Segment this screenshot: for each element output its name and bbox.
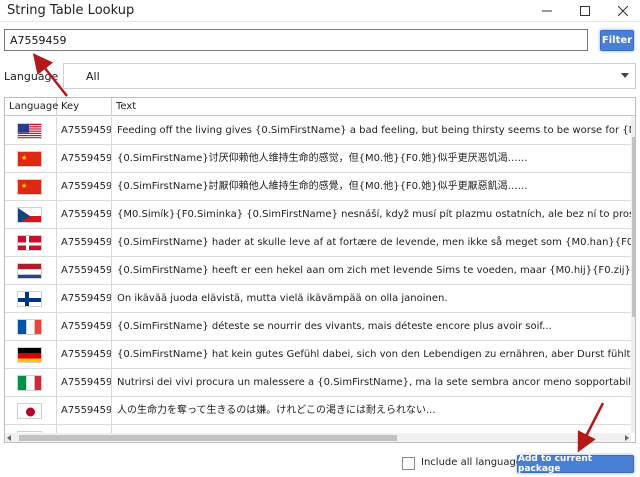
flag-fi-icon xyxy=(17,291,42,307)
table-row[interactable]: A7559459 Feeding off the living gives {0.… xyxy=(5,117,631,145)
flag-dk-icon xyxy=(17,235,42,251)
row-language-cell xyxy=(5,425,57,433)
row-key-cell: A7559459 xyxy=(57,173,112,201)
minimize-icon[interactable] xyxy=(530,0,564,22)
grid-header: Language Key Text xyxy=(5,98,635,116)
add-to-current-package-button[interactable]: Add to current package xyxy=(517,454,634,474)
table-row[interactable]: A7559459 {M0.Simík}{F0.Siminka} {0.SimFir… xyxy=(5,201,631,229)
table-row[interactable]: A7559459 On ikävää juoda elävistä, mutta … xyxy=(5,285,631,313)
horizontal-scrollbar[interactable] xyxy=(5,433,631,442)
flag-cn-icon: ★ xyxy=(17,179,42,195)
language-selected-value: All xyxy=(86,70,100,83)
table-row[interactable]: A7559459 {0.SimFirstName} hat kein gutes … xyxy=(5,341,631,369)
row-key-cell: A7559459 xyxy=(57,313,112,341)
grid-rows: A7559459 Feeding off the living gives {0.… xyxy=(5,117,631,433)
vertical-scroll-thumb[interactable] xyxy=(632,137,635,317)
svg-text:★: ★ xyxy=(21,182,27,190)
row-text-cell: {0.SimFirstName} hat kein gutes Gefühl d… xyxy=(117,349,631,360)
row-key-cell: A7559459 xyxy=(57,285,112,313)
include-all-languages-label: Include all languages xyxy=(421,457,528,468)
table-row[interactable]: A7559459 Nutrirsi dei vivi procura un mal… xyxy=(5,369,631,397)
table-row[interactable]: A7559459 {0.SimFirstName} heeft er een he… xyxy=(5,257,631,285)
row-language-cell: ★ xyxy=(5,173,57,201)
flag-us-icon xyxy=(17,123,42,139)
row-language-cell xyxy=(5,313,57,341)
row-language-cell xyxy=(5,117,57,145)
column-header-language[interactable]: Language xyxy=(5,98,58,116)
row-key-cell: A7559459 xyxy=(57,425,112,433)
language-dropdown[interactable]: All xyxy=(63,63,636,89)
row-text-cell: Feeding off the living gives {0.SimFirst… xyxy=(117,125,631,136)
table-row[interactable]: A7559459 {0.SimFirstName} hader at skulle… xyxy=(5,229,631,257)
flag-jp-icon xyxy=(17,403,42,419)
filter-button[interactable]: Filter xyxy=(600,30,634,51)
row-language-cell xyxy=(5,229,57,257)
row-key-cell: A7559459 xyxy=(57,117,112,145)
language-label: Language xyxy=(4,70,59,83)
row-language-cell xyxy=(5,201,57,229)
maximize-icon[interactable] xyxy=(568,0,602,22)
row-text-cell: Nutrirsi dei vivi procura un malessere a… xyxy=(117,377,631,388)
table-row[interactable]: A7559459 人の生命力を奪って生きるのは嫌。けれどこの渇きには耐えられない.… xyxy=(5,397,631,425)
row-text-cell: On ikävää juoda elävistä, mutta vielä ik… xyxy=(117,293,448,304)
row-text-cell xyxy=(112,425,631,433)
row-language-cell: ★ xyxy=(5,145,57,173)
include-all-languages-checkbox[interactable] xyxy=(402,457,415,470)
string-table-grid: Language Key Text A7559459 Feeding off th… xyxy=(4,97,636,443)
window-title: String Table Lookup xyxy=(7,3,135,18)
title-bar: String Table Lookup xyxy=(0,0,640,22)
flag-cz-icon xyxy=(17,207,42,223)
vertical-scrollbar[interactable] xyxy=(631,117,635,433)
row-text-cell: 人の生命力を奪って生きるのは嫌。けれどこの渇きには耐えられない... xyxy=(117,405,436,416)
table-row[interactable]: ★ A7559459 {0.SimFirstName}討厭仰賴他人維持生命的感覺，但… xyxy=(5,173,631,201)
flag-it-icon xyxy=(17,375,42,391)
column-header-text[interactable]: Text xyxy=(112,98,632,116)
row-key-cell: A7559459 xyxy=(57,145,112,173)
flag-de-icon xyxy=(17,347,42,363)
row-key-cell: A7559459 xyxy=(57,201,112,229)
flag-fr-icon xyxy=(17,319,42,335)
row-key-cell: A7559459 xyxy=(57,341,112,369)
row-text-cell: {0.SimFirstName}讨厌仰赖他人维持生命的感觉，但{M0.他}{F0… xyxy=(117,153,528,164)
search-input[interactable] xyxy=(4,29,588,51)
chevron-down-icon xyxy=(621,73,629,78)
row-language-cell xyxy=(5,397,57,425)
row-text-cell: {0.SimFirstName} hader at skulle leve af… xyxy=(117,237,631,248)
table-row[interactable]: A7559459 xyxy=(5,425,631,433)
close-icon[interactable] xyxy=(606,0,640,22)
table-row[interactable]: A7559459 {0.SimFirstName} déteste se nour… xyxy=(5,313,631,341)
row-key-cell: A7559459 xyxy=(57,369,112,397)
row-language-cell xyxy=(5,285,57,313)
row-text-cell: {0.SimFirstName}討厭仰賴他人維持生命的感覺，但{M0.他}{F0… xyxy=(117,181,528,192)
row-text-cell: {0.SimFirstName} déteste se nourrir des … xyxy=(117,321,552,332)
flag-cn-icon: ★ xyxy=(17,151,42,167)
scroll-left-icon[interactable] xyxy=(7,435,11,441)
table-row[interactable]: ★ A7559459 {0.SimFirstName}讨厌仰赖他人维持生命的感觉，但… xyxy=(5,145,631,173)
row-language-cell xyxy=(5,257,57,285)
footer-bar: Include all languages Add to current pac… xyxy=(0,448,640,477)
row-key-cell: A7559459 xyxy=(57,257,112,285)
scroll-right-icon[interactable] xyxy=(625,435,629,441)
row-text-cell: {0.SimFirstName} heeft er een hekel aan … xyxy=(117,265,631,276)
row-language-cell xyxy=(5,341,57,369)
flag-nl-icon xyxy=(17,263,42,279)
column-header-key[interactable]: Key xyxy=(57,98,112,116)
svg-text:★: ★ xyxy=(21,154,27,162)
row-key-cell: A7559459 xyxy=(57,229,112,257)
row-text-cell: {M0.Simík}{F0.Siminka} {0.SimFirstName} … xyxy=(117,209,631,220)
row-language-cell xyxy=(5,369,57,397)
row-key-cell: A7559459 xyxy=(57,397,112,425)
horizontal-scroll-thumb[interactable] xyxy=(19,435,397,441)
